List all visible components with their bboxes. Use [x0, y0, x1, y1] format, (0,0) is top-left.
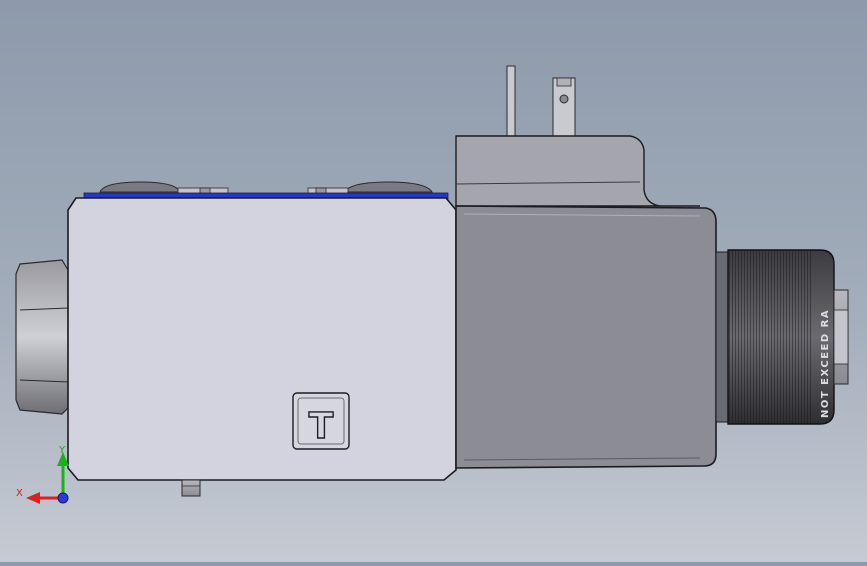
port-t-text: T: [309, 406, 334, 447]
axis-triad: Y X: [16, 445, 69, 504]
cad-viewport[interactable]: T NOT EXCEED RA Y X: [0, 0, 867, 562]
connector-housing: [455, 135, 700, 207]
hex-nut-left: [15, 259, 69, 415]
solenoid-valve-drawing: T NOT EXCEED RA Y X: [15, 65, 849, 504]
port-caps: [99, 181, 433, 195]
x-axis-label: X: [16, 488, 23, 499]
solenoid-coil: [455, 205, 717, 469]
z-axis-dot: [57, 492, 69, 504]
port-t-label: T: [292, 392, 350, 450]
end-nut-right: [833, 289, 849, 385]
x-axis-arrow: [26, 492, 63, 504]
bottom-pin: [181, 479, 201, 497]
valve-body: [67, 197, 457, 481]
y-axis-label: Y: [58, 445, 66, 456]
knurled-knob: NOT EXCEED RA: [715, 249, 835, 425]
knob-text: NOT EXCEED RA: [820, 309, 831, 418]
connector-prongs: [506, 65, 576, 139]
